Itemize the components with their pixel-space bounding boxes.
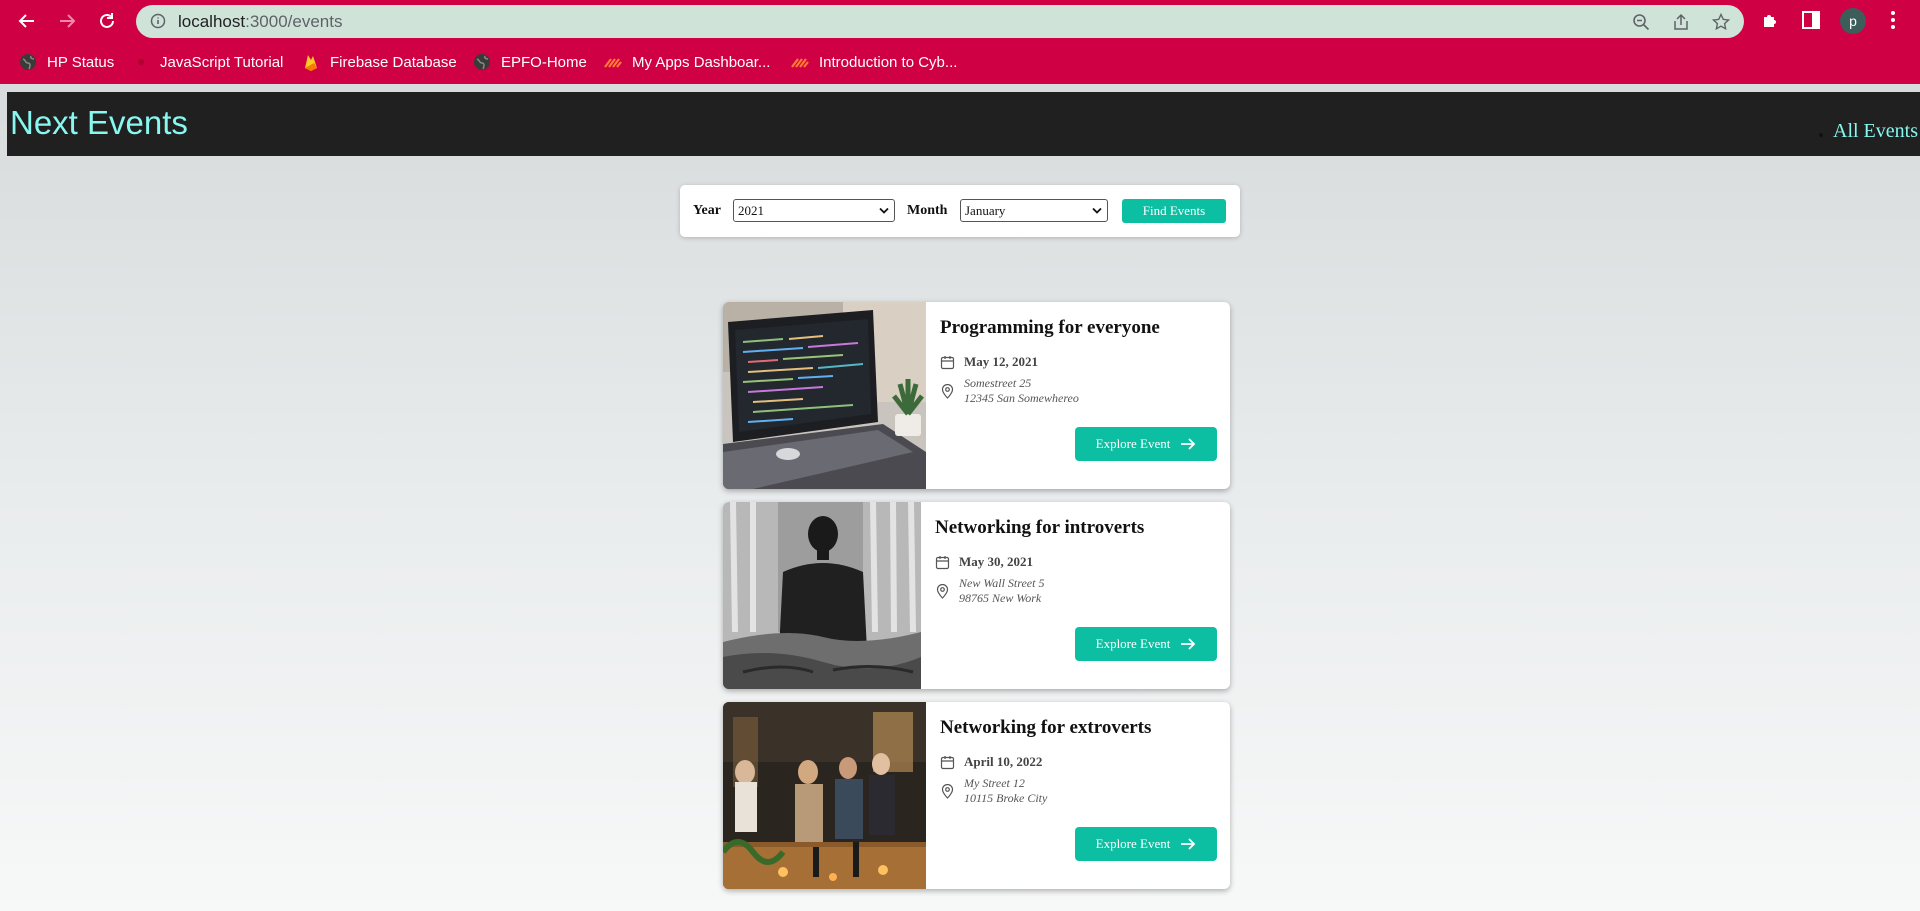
event-date: April 10, 2022 — [940, 754, 1042, 770]
explore-event-button[interactable]: Explore Event — [1075, 627, 1217, 661]
event-card: Networking for introverts May 30, 2021 N… — [723, 502, 1230, 689]
arrow-right-icon — [1181, 638, 1196, 650]
back-arrow-icon — [18, 14, 34, 28]
location-pin-icon — [941, 783, 954, 799]
site-logo[interactable]: Next Events — [10, 104, 188, 142]
event-address: Somestreet 25 12345 San Somewhereo — [940, 376, 1079, 406]
month-select[interactable]: January — [960, 199, 1108, 222]
bookmark-label: Introduction to Cyb... — [819, 53, 958, 71]
explore-event-button[interactable]: Explore Event — [1075, 827, 1217, 861]
apps-icon — [604, 58, 622, 68]
year-label: Year — [693, 203, 721, 218]
bookmarks-bar: HP Status JavaScript Tutorial Firebase D… — [0, 48, 1920, 76]
address-bar[interactable]: localhost:3000/events — [136, 5, 1744, 38]
site-info-icon[interactable] — [150, 13, 166, 29]
location-pin-icon — [936, 583, 949, 599]
page-viewport: Next Events All Events Year 2021 Month J… — [0, 84, 1920, 911]
extensions-icon[interactable] — [1760, 9, 1782, 31]
site-header: Next Events All Events — [7, 92, 1920, 156]
year-select[interactable]: 2021 — [733, 199, 895, 222]
chevron-down-icon — [879, 207, 889, 214]
month-label: Month — [907, 203, 948, 218]
event-address-line2: 98765 New Work — [959, 591, 1042, 605]
bookmark-intro-cyber[interactable]: Introduction to Cyb... — [791, 48, 957, 76]
share-icon[interactable] — [1672, 13, 1690, 31]
event-card: Networking for extroverts April 10, 2022… — [723, 702, 1230, 889]
event-image-silhouette — [723, 502, 921, 689]
event-title: Programming for everyone — [940, 317, 1160, 338]
forward-button[interactable] — [52, 6, 82, 36]
event-date: May 12, 2021 — [940, 354, 1038, 370]
event-address: My Street 12 10115 Broke City — [940, 776, 1047, 806]
bookmark-label: HP Status — [47, 53, 115, 71]
nav-bullet — [1819, 132, 1823, 137]
globe-icon — [20, 54, 36, 70]
calendar-icon — [935, 555, 950, 569]
firebase-icon — [305, 55, 317, 71]
bookmark-epfo-home[interactable]: EPFO-Home — [473, 48, 587, 76]
bookmark-firebase-database[interactable]: Firebase Database — [302, 48, 457, 76]
globe-icon — [474, 54, 490, 70]
bookmark-label: EPFO-Home — [501, 53, 587, 71]
back-button[interactable] — [12, 6, 42, 36]
find-events-button[interactable]: Find Events — [1122, 199, 1226, 223]
event-address-line1: My Street 12 — [964, 776, 1025, 790]
event-address-line1: New Wall Street 5 — [959, 576, 1045, 590]
event-date-text: May 30, 2021 — [959, 554, 1034, 569]
reload-icon — [100, 13, 114, 28]
month-select-value: January — [965, 203, 1006, 218]
event-card: Programming for everyone May 12, 2021 So… — [723, 302, 1230, 489]
apps-icon — [791, 58, 809, 68]
forward-arrow-icon — [60, 14, 76, 28]
bookmark-label: Firebase Database — [330, 53, 457, 71]
calendar-icon — [940, 355, 955, 369]
side-panel-icon[interactable] — [1800, 9, 1822, 31]
header-nav: All Events — [1819, 120, 1918, 143]
explore-event-label: Explore Event — [1095, 836, 1171, 851]
event-title: Networking for introverts — [935, 517, 1145, 538]
event-image-laptop — [723, 302, 926, 489]
bookmark-javascript-tutorial[interactable]: JavaScript Tutorial — [132, 48, 283, 76]
event-date-text: May 12, 2021 — [964, 354, 1039, 369]
event-date: May 30, 2021 — [935, 554, 1033, 570]
explore-event-button[interactable]: Explore Event — [1075, 427, 1217, 461]
nav-link-all-events[interactable]: All Events — [1833, 120, 1918, 143]
explore-event-label: Explore Event — [1095, 636, 1171, 651]
bookmark-label: My Apps Dashboar... — [632, 53, 771, 71]
event-date-text: April 10, 2022 — [964, 754, 1043, 769]
arrow-right-icon — [1181, 838, 1196, 850]
bookmark-star-icon[interactable] — [1712, 13, 1730, 31]
bookmark-hp-status[interactable]: HP Status — [19, 48, 114, 76]
location-pin-icon — [941, 383, 954, 399]
event-address-line2: 12345 San Somewhereo — [964, 391, 1079, 405]
arrow-right-icon — [1181, 438, 1196, 450]
reload-button[interactable] — [92, 6, 122, 36]
url-text[interactable]: localhost:3000/events — [178, 5, 342, 38]
zoom-icon[interactable] — [1632, 13, 1650, 31]
profile-avatar[interactable]: p — [1840, 8, 1866, 34]
more-menu-icon[interactable] — [1882, 9, 1904, 31]
bookmark-my-apps-dashboard[interactable]: My Apps Dashboar... — [604, 48, 770, 76]
site-icon — [138, 59, 144, 65]
url-host: localhost — [178, 12, 246, 31]
explore-event-label: Explore Event — [1095, 436, 1171, 451]
calendar-icon — [940, 755, 955, 769]
event-address: New Wall Street 5 98765 New Work — [935, 576, 1044, 606]
chevron-down-icon — [1092, 207, 1102, 214]
bookmark-label: JavaScript Tutorial — [160, 53, 284, 71]
url-path: :3000/events — [245, 12, 343, 31]
event-title: Networking for extroverts — [940, 717, 1152, 738]
events-filter-form: Year 2021 Month January Find Events — [680, 185, 1240, 237]
event-address-line1: Somestreet 25 — [964, 376, 1032, 390]
browser-toolbar: localhost:3000/events p HP Status JavaSc… — [0, 0, 1920, 84]
event-address-line2: 10115 Broke City — [964, 791, 1048, 805]
event-image-party — [723, 702, 926, 889]
year-select-value: 2021 — [738, 203, 764, 218]
